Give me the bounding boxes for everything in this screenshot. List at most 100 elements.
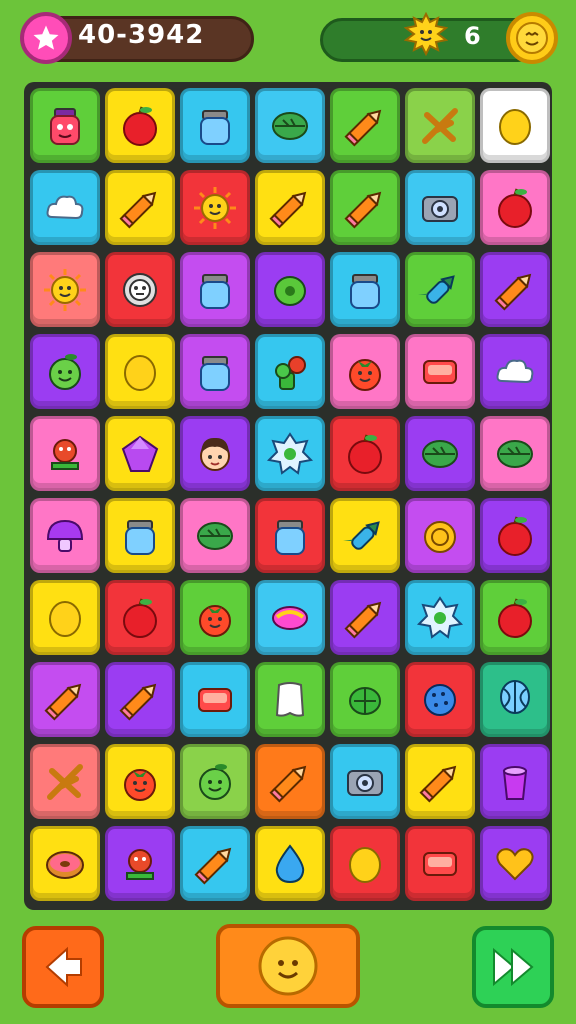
hint-button[interactable] xyxy=(216,924,360,1008)
leaf-icon xyxy=(197,521,233,550)
tile[interactable] xyxy=(480,416,550,491)
tile[interactable] xyxy=(405,334,475,409)
tile[interactable] xyxy=(330,170,400,245)
tile[interactable] xyxy=(405,826,475,901)
tile[interactable] xyxy=(405,580,475,655)
tile[interactable] xyxy=(30,744,100,819)
tile[interactable] xyxy=(180,580,250,655)
sun-face-icon xyxy=(44,268,86,311)
tile[interactable] xyxy=(480,498,550,573)
box-icon xyxy=(423,359,457,384)
jar-icon xyxy=(200,355,230,391)
tile[interactable] xyxy=(180,170,250,245)
tile[interactable] xyxy=(30,826,100,901)
tile[interactable] xyxy=(105,826,175,901)
tile[interactable] xyxy=(180,416,250,491)
box-icon xyxy=(198,687,232,712)
fast-forward-button[interactable] xyxy=(472,926,554,1008)
tile[interactable] xyxy=(330,662,400,737)
tile[interactable] xyxy=(180,744,250,819)
tile[interactable] xyxy=(255,88,325,163)
lemon-icon xyxy=(124,354,156,391)
tomato-icon xyxy=(199,604,231,637)
tile[interactable] xyxy=(30,170,100,245)
tile[interactable] xyxy=(180,252,250,327)
balloon-icon xyxy=(500,679,530,714)
tile[interactable] xyxy=(30,252,100,327)
coin-face-icon xyxy=(516,22,548,54)
tile[interactable] xyxy=(480,744,550,819)
tile[interactable] xyxy=(180,826,250,901)
coin-button[interactable] xyxy=(506,12,558,64)
gem-icon xyxy=(121,435,159,472)
tile[interactable] xyxy=(330,580,400,655)
tile[interactable] xyxy=(255,170,325,245)
tile[interactable] xyxy=(330,826,400,901)
tile[interactable] xyxy=(330,744,400,819)
tile[interactable] xyxy=(30,498,100,573)
tile[interactable] xyxy=(405,498,475,573)
leaf-icon xyxy=(272,111,308,140)
tile[interactable] xyxy=(30,662,100,737)
tile[interactable] xyxy=(480,88,550,163)
tile[interactable] xyxy=(255,416,325,491)
fast-forward-icon xyxy=(493,947,534,987)
tile[interactable] xyxy=(405,170,475,245)
star-button[interactable] xyxy=(20,12,72,64)
tile[interactable] xyxy=(105,88,175,163)
back-button[interactable] xyxy=(22,926,104,1008)
tile[interactable] xyxy=(255,498,325,573)
tile[interactable] xyxy=(30,416,100,491)
tile[interactable] xyxy=(255,826,325,901)
pencil-icon xyxy=(419,765,457,803)
tile[interactable] xyxy=(30,580,100,655)
tile[interactable] xyxy=(405,252,475,327)
tile[interactable] xyxy=(105,744,175,819)
tile[interactable] xyxy=(405,744,475,819)
leaf-icon xyxy=(497,439,533,468)
pencil-icon xyxy=(344,109,382,147)
jar-icon xyxy=(350,273,380,309)
cloud-icon xyxy=(496,359,534,383)
tile[interactable] xyxy=(105,252,175,327)
tile[interactable] xyxy=(405,662,475,737)
tile[interactable] xyxy=(255,744,325,819)
tile[interactable] xyxy=(255,580,325,655)
tile[interactable] xyxy=(330,498,400,573)
tile[interactable] xyxy=(180,88,250,163)
tile[interactable] xyxy=(30,88,100,163)
tile[interactable] xyxy=(105,334,175,409)
tile[interactable] xyxy=(255,334,325,409)
tile[interactable] xyxy=(480,662,550,737)
apple-icon xyxy=(498,188,532,228)
tile[interactable] xyxy=(480,334,550,409)
tile[interactable] xyxy=(105,416,175,491)
tile[interactable] xyxy=(105,580,175,655)
tile[interactable] xyxy=(480,826,550,901)
tile[interactable] xyxy=(255,662,325,737)
tile[interactable] xyxy=(480,580,550,655)
tile[interactable] xyxy=(480,170,550,245)
rocket-icon xyxy=(343,520,380,550)
tile[interactable] xyxy=(105,498,175,573)
tile[interactable] xyxy=(180,662,250,737)
lime-face-icon xyxy=(199,763,231,800)
tile[interactable] xyxy=(405,416,475,491)
turtle-icon xyxy=(349,686,381,715)
tile[interactable] xyxy=(180,498,250,573)
pencil-icon xyxy=(119,191,157,229)
tile[interactable] xyxy=(180,334,250,409)
tile[interactable] xyxy=(30,334,100,409)
tile[interactable] xyxy=(255,252,325,327)
lemon-icon xyxy=(49,600,81,637)
tomato-icon xyxy=(124,768,156,801)
tile[interactable] xyxy=(330,88,400,163)
tile[interactable] xyxy=(330,334,400,409)
tile[interactable] xyxy=(105,662,175,737)
tile[interactable] xyxy=(480,252,550,327)
tile[interactable] xyxy=(405,88,475,163)
tile[interactable] xyxy=(330,416,400,491)
tile[interactable] xyxy=(330,252,400,327)
pencil-icon xyxy=(344,601,382,639)
tile[interactable] xyxy=(105,170,175,245)
